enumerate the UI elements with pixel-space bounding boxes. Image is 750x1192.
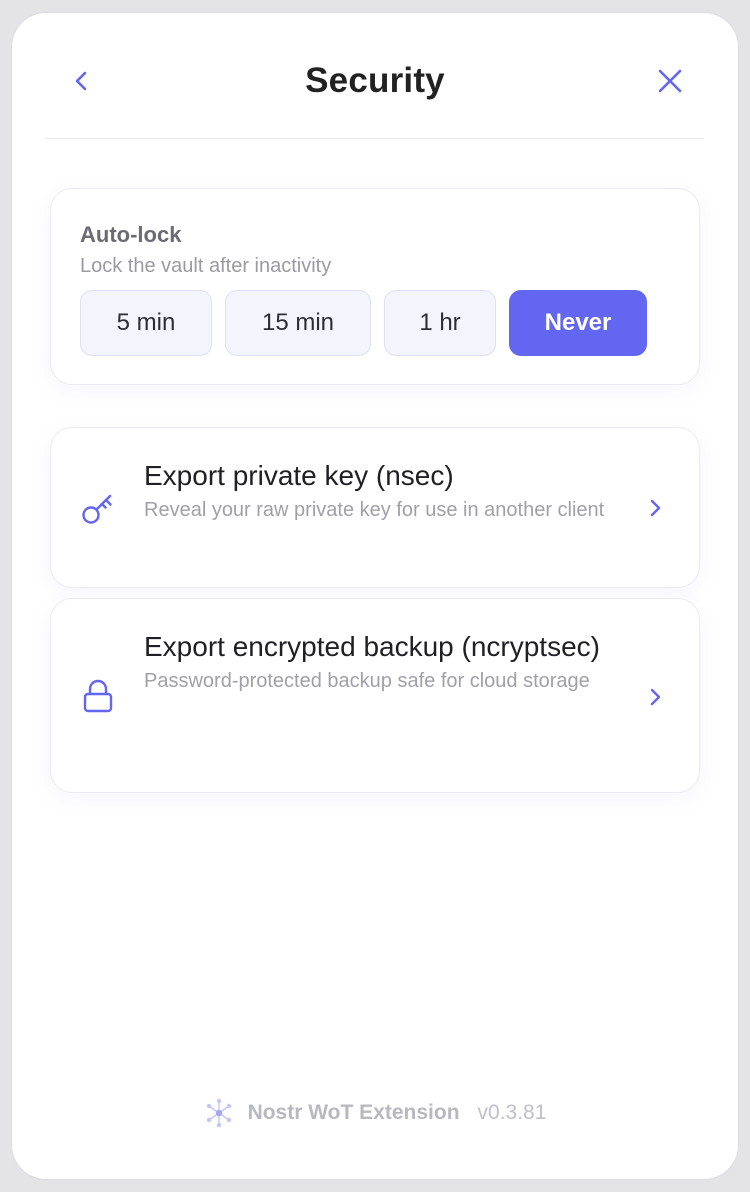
autolock-options: 5 min 15 min 1 hr Never [80,290,647,356]
key-icon [79,490,117,528]
close-button[interactable] [652,63,688,99]
footer-app-name: Nostr WoT Extension [247,1101,460,1124]
export-nsec-title: Export private key (nsec) [144,460,454,491]
export-backup-description: Password-protected backup safe for cloud… [144,670,590,692]
close-icon [658,69,682,93]
autolock-option-1-hr[interactable]: 1 hr [384,290,496,356]
export-backup-text: Export encrypted backup (ncryptsec) Pass… [144,630,619,695]
export-backup-row[interactable]: Export encrypted backup (ncryptsec) Pass… [50,598,700,793]
autolock-title: Auto-lock [80,222,182,247]
export-nsec-row[interactable]: Export private key (nsec) Reveal your ra… [50,427,700,588]
export-backup-title: Export encrypted backup (ncryptsec) [144,631,600,662]
export-nsec-description: Reveal your raw private key for use in a… [144,499,605,521]
network-logo-icon [206,1098,231,1128]
export-nsec-text: Export private key (nsec) Reveal your ra… [144,459,619,524]
lock-icon [79,677,117,715]
autolock-subtitle: Lock the vault after inactivity [80,255,332,277]
footer-version: v0.3.81 [477,1101,547,1124]
autolock-option-15-min[interactable]: 15 min [225,290,371,356]
autolock-option-never[interactable]: Never [509,290,647,356]
autolock-card: Auto-lock Lock the vault after inactivit… [50,188,700,385]
chevron-right-icon [643,685,667,709]
security-panel: Security Auto-lock Lock the vault after … [12,13,738,1179]
footer: Nostr WoT Extension v0.3.81 [12,1098,738,1128]
chevron-right-icon [643,496,667,520]
header: Security [46,13,704,139]
autolock-option-5-min[interactable]: 5 min [80,290,212,356]
page-title: Security [305,61,445,100]
